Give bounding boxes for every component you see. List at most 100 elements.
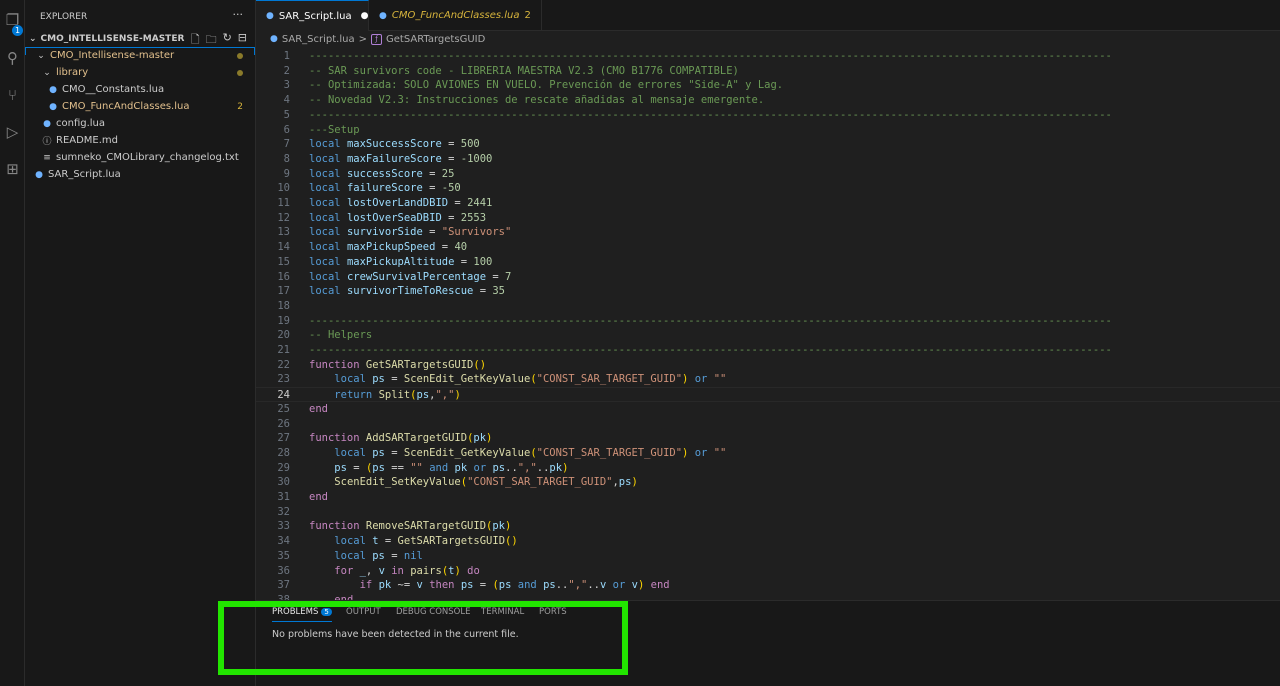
tab-label: SAR_Script.lua [278,10,352,22]
extensions-icon[interactable]: ⊞ [0,154,25,184]
code-text: local ps = ScenEdit_GetKeyValue("CONST_S… [334,373,727,386]
line-number: 30 [277,476,290,489]
editor-tabs: ● SAR_Script.lua ● ● CMO_FuncAndClasses.lua… [256,0,1280,31]
breadcrumb-symbol[interactable]: GetSARTargetsGUID [386,34,485,45]
code-line: 32 [256,505,1280,520]
tree-item[interactable]: ● SAR_Script.lua [25,166,255,183]
code-text: if pk ~= v then ps = (ps and ps..","..v … [359,579,670,592]
code-line: 18 [256,299,1280,314]
tree-item[interactable]: ● CMO_FuncAndClasses.lua 2 [25,98,255,115]
code-editor[interactable]: 1 ---------------------------------------… [256,47,1280,600]
tree-item[interactable]: ⌄ CMO_Intellisense-master [25,47,255,64]
code-line: 23 local ps = ScenEdit_GetKeyValue("CONS… [256,372,1280,387]
code-text: for _, v in pairs(t) do [334,564,480,577]
modified-dot [237,69,243,76]
line-number: 25 [277,402,290,415]
code-line: 34 local t = GetSARTargetsGUID() [256,534,1280,549]
tree-item[interactable]: ⓘ README.md [25,132,255,149]
code-line: 2 -- SAR survivors code - LIBRERIA MAESTR… [256,64,1280,79]
code-line: 17 local survivorTimeToRescue = 35 [256,284,1280,299]
code-line: 9 local successScore = 25 [256,167,1280,182]
line-number: 31 [277,491,290,503]
code-line: 37 if pk ~= v then ps = (ps and ps..",".… [256,578,1280,593]
function-symbol-icon: ƒ [371,33,382,45]
code-line: 38 end [256,593,1280,600]
lua-file-icon: ● [43,118,51,129]
line-number: 37 [277,579,290,592]
code-text: return Split(ps,",") [334,389,461,402]
line-number: 38 [277,593,290,600]
tree-item-label: sumneko_CMOLibrary_changelog.txt [56,152,239,163]
tree-item-label: CMO_Intellisense-master [50,50,175,61]
run-debug-icon[interactable]: ▷ [0,117,25,147]
code-line: 33 function RemoveSARTargetGUID(pk) [256,519,1280,534]
code-text: function AddSARTargetGUID(pk) [309,432,493,445]
tab-cmo-funcandclasses[interactable]: ● CMO_FuncAndClasses.lua 2 [369,0,542,31]
tab-problems[interactable]: PROBLEMS 5 [272,607,332,622]
line-number: 2 [283,64,290,77]
code-text: ----------------------------------------… [309,50,1112,62]
code-line: 13 local survivorSide = "Survivors" [256,225,1280,240]
activity-bar: ❐ 1 ⚲ ⑂ ▷ ⊞ [0,0,25,686]
code-line: 29 ps = (ps == "" and pk or ps..","..pk) [256,461,1280,476]
tab-ports[interactable]: PORTS [539,607,567,622]
tab-sar-script[interactable]: ● SAR_Script.lua ● [256,0,369,31]
code-text: ScenEdit_SetKeyValue("CONST_SAR_TARGET_G… [334,476,638,489]
lua-file-icon: ● [49,101,57,112]
line-number: 27 [277,432,290,445]
line-number: 24 [277,389,290,402]
tab-output[interactable]: OUTPUT [346,607,381,622]
explorer-icon[interactable]: ❐ 1 [0,5,25,36]
line-number: 21 [277,344,290,356]
lua-file-icon: ● [49,84,57,95]
unsaved-indicator[interactable]: ● [361,11,369,21]
code-text: local ps = nil [334,549,423,562]
code-text: local successScore = 25 [309,167,455,180]
source-control-icon[interactable]: ⑂ [0,80,25,110]
line-number: 18 [277,299,290,312]
chevron-down-icon: ⌄ [43,67,51,78]
tab-terminal[interactable]: TERMINAL [481,607,524,622]
code-line: 14 local maxPickupSpeed = 40 [256,240,1280,255]
tree-item-label: library [56,67,89,78]
line-number: 13 [277,226,290,239]
code-line: 11 local lostOverLandDBID = 2441 [256,196,1280,211]
code-text: local maxSuccessScore = 500 [309,138,480,151]
tree-item-label: CMO__Constants.lua [62,84,165,95]
search-icon[interactable]: ⚲ [0,43,25,73]
code-text: local maxPickupSpeed = 40 [309,241,468,254]
line-number: 23 [277,373,290,386]
line-number: 34 [277,535,290,548]
code-line: 7 local maxSuccessScore = 500 [256,137,1280,152]
line-number: 33 [277,520,290,533]
line-number: 6 [283,123,290,136]
lua-file-icon: ● [266,11,274,21]
tree-item[interactable]: ● CMO__Constants.lua [25,81,255,98]
line-number: 5 [283,108,290,121]
tree-item[interactable]: ⌄ library [25,64,255,81]
line-number: 9 [283,167,290,180]
code-text: local crewSurvivalPercentage = 7 [309,270,512,283]
tab-debug-console[interactable]: DEBUG CONSOLE [396,607,470,622]
line-number: 16 [277,270,290,283]
explorer-title: EXPLORER [40,12,88,22]
code-text: local ps = ScenEdit_GetKeyValue("CONST_S… [334,446,727,459]
more-actions-button[interactable]: ··· [233,8,244,21]
line-number: 22 [277,358,290,371]
line-number: 32 [277,505,290,518]
line-number: 29 [277,461,290,474]
code-text: -- Optimizada: SOLO AVIONES EN VUELO. Pr… [309,79,784,92]
line-number: 10 [277,182,290,195]
breadcrumb-file[interactable]: SAR_Script.lua [282,34,355,45]
bottom-panel: PROBLEMS 5 OUTPUT DEBUG CONSOLE TERMINAL … [256,600,1280,686]
tree-item[interactable]: ● config.lua [25,115,255,132]
tree-item[interactable]: ≡ sumneko_CMOLibrary_changelog.txt [25,149,255,166]
code-line: 22 function GetSARTargetsGUID() [256,358,1280,373]
code-line: 19 --------------------------------------… [256,314,1280,329]
chevron-down-icon: ⌄ [29,33,37,44]
line-number: 11 [277,197,290,209]
explorer-sidebar: EXPLORER ··· ⌄ CMO_INTELLISENSE-MASTER 🗋 … [25,0,256,686]
line-number: 15 [277,255,290,268]
problems-badge: 5 [321,608,332,616]
code-text: function RemoveSARTargetGUID(pk) [309,520,512,533]
